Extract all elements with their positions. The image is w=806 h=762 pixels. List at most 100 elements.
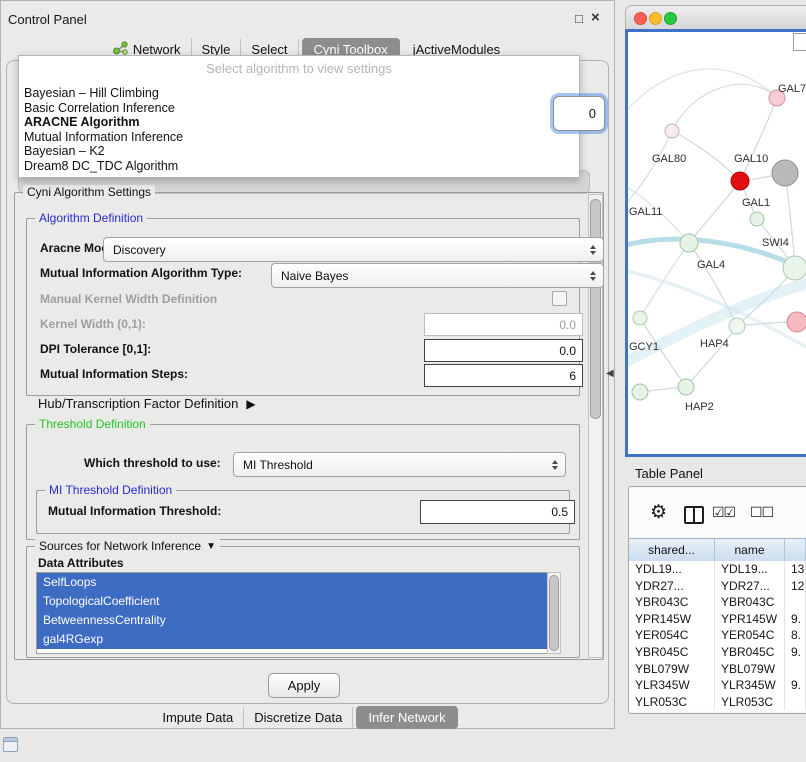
network-node[interactable] xyxy=(665,124,679,138)
minimize-traffic-light[interactable] xyxy=(649,12,662,25)
network-node[interactable] xyxy=(729,318,745,334)
network-scrollbar-corner[interactable] xyxy=(793,33,806,51)
table-row[interactable]: YDL19...YDL19...13 xyxy=(629,561,806,578)
network-node[interactable] xyxy=(633,311,647,325)
network-edge[interactable] xyxy=(689,181,740,243)
table-row[interactable]: YBR045CYBR045C9. xyxy=(629,644,806,661)
apply-button[interactable]: Apply xyxy=(268,673,340,698)
network-node[interactable] xyxy=(678,379,694,395)
group-title: Algorithm Definition xyxy=(35,211,147,225)
table-row[interactable]: YBR043CYBR043C xyxy=(629,594,806,611)
table-cell xyxy=(785,594,806,611)
mi-threshold-label: Mutual Information Threshold: xyxy=(48,504,221,518)
dpi-tolerance-field[interactable]: 0.0 xyxy=(424,339,583,362)
network-edge[interactable] xyxy=(785,173,795,268)
table-row[interactable]: YER054CYER054C8. xyxy=(629,627,806,644)
node-label: GAL4 xyxy=(697,259,725,271)
sources-title[interactable]: Sources for Network Inference ▼ xyxy=(35,539,220,553)
table-row[interactable]: YLR345WYLR345W9. xyxy=(629,677,806,694)
tab-impute-data[interactable]: Impute Data xyxy=(152,707,244,728)
which-threshold-label: Which threshold to use: xyxy=(84,456,221,470)
table-cell: YPR145W xyxy=(715,611,785,628)
network-node[interactable] xyxy=(750,212,764,226)
close-icon[interactable]: × xyxy=(591,11,600,24)
float-window-icon[interactable]: □ xyxy=(575,12,583,25)
deselect-all-checks-icon[interactable]: ☐☐ xyxy=(750,504,773,521)
table-row[interactable]: YBL079WYBL079W xyxy=(629,661,806,678)
algorithm-option[interactable]: Bayesian – Hill Climbing xyxy=(19,86,579,101)
node-label: GAL10 xyxy=(734,153,768,165)
table-cell: YPR145W xyxy=(629,611,715,628)
node-label: HAP4 xyxy=(700,338,729,350)
table-cell xyxy=(785,694,806,711)
mi-threshold-field[interactable]: 0.5 xyxy=(420,500,575,524)
network-canvas[interactable]: GAL7GAL80GAL10GAL11GAL1SWI4GAL4GCY1HAP4H… xyxy=(628,32,806,448)
table-row[interactable]: YPR145WYPR145W9. xyxy=(629,611,806,628)
table-row[interactable]: YLR053CYLR053C xyxy=(629,694,806,711)
table-header[interactable]: shared... name xyxy=(629,538,806,563)
settings-scrollbar-thumb[interactable] xyxy=(590,199,601,419)
network-node[interactable] xyxy=(783,256,806,280)
aracne-mode-select[interactable]: Discovery xyxy=(103,237,604,262)
column-header[interactable] xyxy=(785,539,806,562)
algorithm-option[interactable]: Basic Correlation Inference xyxy=(19,101,579,116)
attributes-scrollbar-thumb[interactable] xyxy=(549,575,559,651)
panel-collapse-icon[interactable]: ◀ xyxy=(606,368,614,379)
window-title: Control Panel xyxy=(8,12,87,27)
column-settings-icon[interactable] xyxy=(684,506,704,524)
network-edge[interactable] xyxy=(686,326,737,387)
tab-label: Infer Network xyxy=(368,710,445,725)
algorithm-option[interactable]: Bayesian – K2 xyxy=(19,144,579,159)
manual-kernel-checkbox[interactable] xyxy=(552,291,567,306)
algorithm-option[interactable]: Dream8 DC_TDC Algorithm xyxy=(19,159,579,174)
network-edge[interactable] xyxy=(740,98,777,181)
expand-right-icon[interactable]: ▶ xyxy=(246,397,255,411)
network-node[interactable] xyxy=(731,172,749,190)
attributes-scrollbar[interactable] xyxy=(547,572,561,654)
table-cell: YDR27... xyxy=(629,578,715,595)
kernel-width-field[interactable]: 0.0 xyxy=(424,313,583,336)
attribute-item[interactable]: SelfLoops xyxy=(37,573,548,592)
dock-panel-icon[interactable] xyxy=(3,737,18,752)
tab-infer-network[interactable]: Infer Network xyxy=(356,706,457,729)
node-label: HAP2 xyxy=(685,401,714,413)
network-node[interactable] xyxy=(680,234,698,252)
data-attributes-list[interactable]: SelfLoopsTopologicalCoefficientBetweenne… xyxy=(36,572,549,654)
table-cell xyxy=(785,661,806,678)
combo-arrows-icon xyxy=(552,460,558,470)
which-threshold-select[interactable]: MI Threshold xyxy=(233,452,566,477)
select-all-checks-icon[interactable]: ☑☑ xyxy=(712,504,735,521)
network-node[interactable] xyxy=(787,312,806,332)
network-edge[interactable] xyxy=(628,69,777,116)
attribute-item[interactable]: gal4RGexp xyxy=(37,630,548,649)
collapse-down-icon[interactable]: ▼ xyxy=(206,541,216,552)
column-header[interactable]: shared... xyxy=(629,539,715,562)
zoom-traffic-light[interactable] xyxy=(664,12,677,25)
network-node[interactable] xyxy=(632,384,648,400)
algorithm-popup-list: Bayesian – Hill ClimbingBasic Correlatio… xyxy=(19,86,579,173)
attribute-item[interactable]: BetweennessCentrality xyxy=(37,611,548,630)
table-cell: YLR345W xyxy=(629,677,715,694)
algorithm-option[interactable]: Mutual Information Inference xyxy=(19,130,579,145)
mi-type-select[interactable]: Naive Bayes xyxy=(271,263,604,288)
mi-steps-field[interactable]: 6 xyxy=(424,364,583,387)
table-cell: YLR345W xyxy=(715,677,785,694)
node-label: GCY1 xyxy=(629,341,659,353)
close-traffic-light[interactable] xyxy=(634,12,647,25)
node-label: GAL1 xyxy=(742,197,770,209)
network-node[interactable] xyxy=(772,160,798,186)
algorithm-popup-placeholder: Select algorithm to view settings xyxy=(19,56,579,86)
network-window-titlebar[interactable] xyxy=(625,5,806,31)
hub-definition-expander[interactable]: Hub/Transcription Factor Definition ▶ xyxy=(38,396,256,411)
focused-spinner[interactable]: 0 xyxy=(553,96,605,131)
tab-discretize-data[interactable]: Discretize Data xyxy=(244,707,353,728)
sources-title-label: Sources for Network Inference xyxy=(39,539,201,553)
attribute-item[interactable]: TopologicalCoefficient xyxy=(37,592,548,611)
network-edge[interactable] xyxy=(672,84,777,131)
table-cell: 9. xyxy=(785,677,806,694)
table-row[interactable]: YDR27...YDR27...12 xyxy=(629,578,806,595)
network-edge[interactable] xyxy=(628,131,672,208)
algorithm-option[interactable]: ARACNE Algorithm xyxy=(19,115,579,130)
column-header[interactable]: name xyxy=(715,539,785,562)
gear-icon[interactable]: ⚙ xyxy=(650,503,667,522)
